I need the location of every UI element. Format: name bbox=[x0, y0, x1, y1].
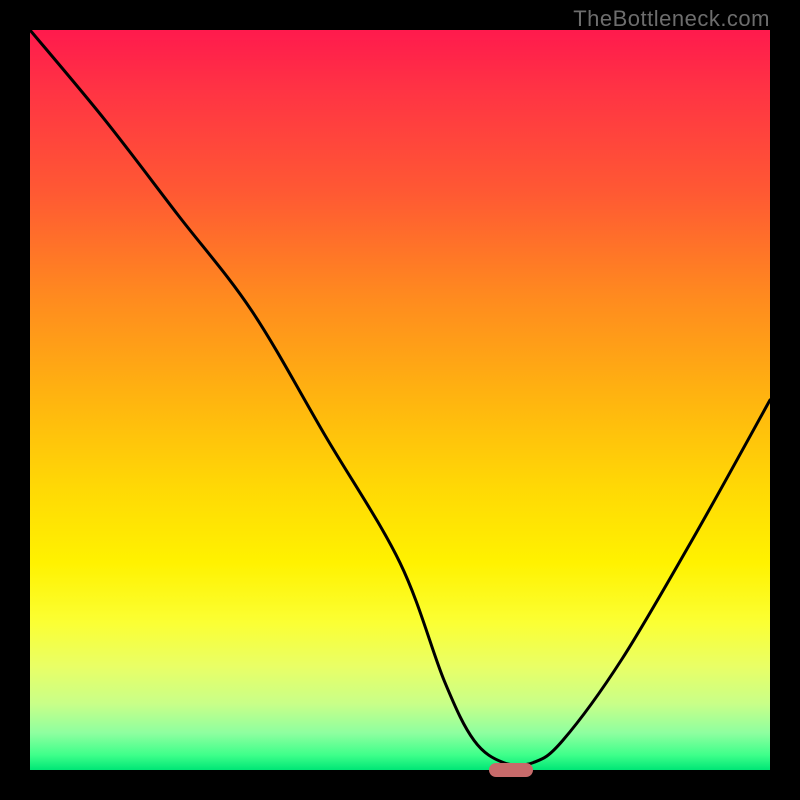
watermark-text: TheBottleneck.com bbox=[573, 6, 770, 32]
optimal-marker bbox=[489, 763, 533, 777]
chart-container: TheBottleneck.com bbox=[0, 0, 800, 800]
curve-layer bbox=[30, 30, 770, 770]
plot-area bbox=[30, 30, 770, 770]
bottleneck-curve-path bbox=[30, 30, 770, 765]
